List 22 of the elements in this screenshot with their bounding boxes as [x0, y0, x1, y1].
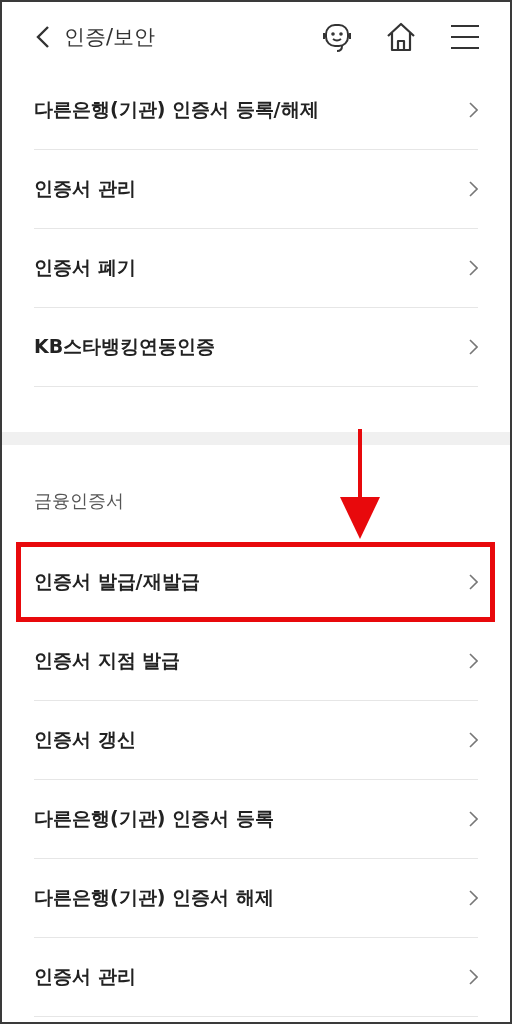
chevron-right-icon: [468, 968, 478, 986]
chevron-right-icon: [468, 652, 478, 670]
menu-item[interactable]: 인증서 지점 발급: [34, 622, 478, 700]
chevron-right-icon: [468, 731, 478, 749]
chevron-right-icon: [468, 573, 478, 591]
chevron-right-icon: [468, 259, 478, 277]
chevron-right-icon: [468, 889, 478, 907]
menu-item[interactable]: 다른은행(기관) 인증서 등록: [34, 780, 478, 858]
menu-item[interactable]: 인증서 갱신: [34, 701, 478, 779]
menu-item[interactable]: 인증서 관리: [34, 938, 478, 1016]
section-label: 금융인증서: [34, 489, 124, 513]
chevron-right-icon: [468, 101, 478, 119]
menu-item[interactable]: 인증서 관리: [34, 150, 478, 228]
menu-item[interactable]: 다른은행(기관) 인증서 등록/해제: [34, 71, 478, 149]
chevron-right-icon: [468, 810, 478, 828]
menu-item[interactable]: 인증서 발급/재발급: [34, 543, 478, 621]
chevron-right-icon: [468, 338, 478, 356]
menu-item[interactable]: 다른은행(기관) 인증서 해제: [34, 859, 478, 937]
chevron-right-icon: [468, 180, 478, 198]
page-title: 인증/보안: [64, 23, 157, 51]
menu-item[interactable]: 인증서 폐기: [34, 229, 478, 307]
menu-item[interactable]: KB스타뱅킹연동인증: [34, 308, 478, 386]
